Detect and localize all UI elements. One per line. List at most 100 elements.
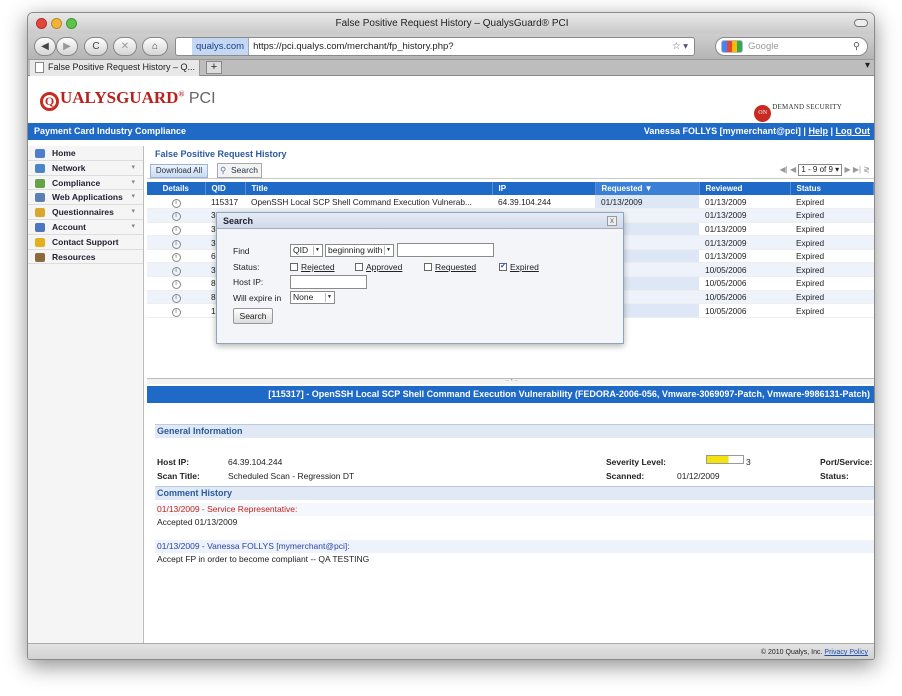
details-cell[interactable]: i (147, 276, 205, 291)
back-button[interactable]: ◀ (34, 37, 56, 56)
home-button[interactable]: ⌂ (142, 37, 168, 56)
expand-icon[interactable]: ≷ (863, 165, 870, 174)
details-cell[interactable]: i (147, 195, 205, 210)
bookmark-star-icon[interactable]: ☆ ▾ (672, 38, 688, 55)
details-cell[interactable]: i (147, 235, 205, 250)
details-cell[interactable]: i (147, 290, 205, 305)
info-icon[interactable]: i (171, 307, 181, 317)
last-page-button[interactable]: ▶| (853, 165, 861, 174)
checkbox-icon[interactable]: ✔ (499, 263, 507, 271)
chevron-down-icon[interactable]: ▾ (131, 220, 135, 234)
table-row[interactable]: i 115317 OpenSSH Local SCP Shell Command E… (147, 195, 874, 210)
sidebar-item-resources[interactable]: Resources (28, 250, 143, 265)
pane-splitter[interactable]: – • – (147, 378, 874, 384)
details-cell[interactable]: i (147, 303, 205, 318)
prev-page-button[interactable]: ◀ (790, 165, 796, 174)
chevron-down-icon[interactable]: ▾ (131, 190, 135, 204)
privacy-policy-link[interactable]: Privacy Policy (824, 649, 868, 656)
info-icon[interactable]: i (171, 253, 181, 263)
sidebar-item-account[interactable]: Account ▾ (28, 220, 143, 235)
checkbox-icon[interactable] (424, 263, 432, 271)
tab-fp-history[interactable]: False Positive Request History – Q... (30, 60, 200, 76)
comment-text: Accept FP in order to become compliant -… (157, 554, 370, 564)
reviewed-cell: 10/05/2006 (699, 276, 790, 291)
dialog-search-button[interactable]: Search (233, 308, 273, 324)
status-checkbox-approved[interactable]: Approved (355, 262, 402, 272)
details-cell[interactable]: i (147, 222, 205, 237)
reload-button[interactable]: C (84, 37, 108, 56)
col-status[interactable]: Status (790, 182, 874, 195)
host-ip-input[interactable] (290, 275, 367, 289)
search-engine-box[interactable]: Google ⚲ (715, 37, 868, 56)
status-checkbox-requested[interactable]: Requested (424, 262, 476, 272)
info-icon[interactable]: i (171, 280, 181, 290)
new-tab-button[interactable]: + (206, 61, 222, 74)
sidebar-item-label: Web Applications (52, 192, 123, 203)
maximize-window-button[interactable] (66, 18, 77, 29)
url-text[interactable]: https://pci.qualys.com/merchant/fp_histo… (253, 41, 453, 52)
window-title: False Positive Request History – QualysG… (335, 18, 569, 29)
toolbar-toggle-button[interactable] (854, 19, 868, 27)
google-icon[interactable] (721, 40, 743, 53)
page-range-select[interactable]: 1 - 9 of 9 ▾ (798, 164, 843, 176)
chevron-down-icon: ▼ (313, 246, 321, 255)
col-requested[interactable]: Requested ▼ (595, 182, 700, 195)
info-icon[interactable]: i (171, 212, 181, 222)
info-icon[interactable]: i (171, 266, 181, 276)
expire-select[interactable]: None ▼ (290, 291, 335, 304)
sidebar-item-compliance[interactable]: Compliance ▾ (28, 176, 143, 191)
sidebar-item-network[interactable]: Network ▾ (28, 161, 143, 176)
details-cell[interactable]: i (147, 249, 205, 264)
sidebar-item-questionnaires[interactable]: Questionnaires ▾ (28, 205, 143, 220)
chevron-down-icon[interactable]: ▾ (131, 161, 135, 175)
chevron-down-icon[interactable]: ▾ (131, 176, 135, 190)
find-value-input[interactable] (397, 243, 494, 257)
reviewed-cell: 01/13/2009 (699, 195, 790, 210)
logout-link[interactable]: Log Out (836, 126, 871, 136)
col-reviewed[interactable]: Reviewed (699, 182, 791, 195)
col-qid[interactable]: QID (205, 182, 246, 195)
site-identity[interactable]: qualys.com (192, 38, 250, 55)
requested-cell: 01/13/2009 (595, 195, 699, 210)
info-icon[interactable]: i (171, 198, 181, 208)
address-bar[interactable]: qualys.com https://pci.qualys.com/merchan… (175, 37, 695, 56)
sidebar-item-web-applications[interactable]: Web Applications ▾ (28, 190, 143, 206)
help-link[interactable]: Help (808, 126, 828, 136)
dialog-close-icon[interactable]: x (607, 216, 617, 226)
search-button[interactable]: ⚲ Search (217, 163, 262, 178)
sidebar-item-label: Account (52, 221, 86, 232)
status-checkbox-expired[interactable]: ✔ Expired (499, 262, 539, 272)
download-all-button[interactable]: Download All (150, 164, 208, 178)
details-cell[interactable]: i (147, 262, 205, 278)
info-icon[interactable]: i (171, 225, 181, 235)
find-field-select[interactable]: QID ▼ (290, 244, 323, 257)
checkbox-icon[interactable] (355, 263, 363, 271)
expire-label: Will expire in (233, 293, 282, 303)
status-label: Status: (233, 262, 260, 272)
find-operator-select[interactable]: beginning with ▼ (325, 244, 394, 257)
sidebar-item-contact-support[interactable]: Contact Support (28, 235, 143, 250)
sidebar-item-home[interactable]: Home (28, 146, 143, 161)
first-page-button[interactable]: ◀| (780, 165, 788, 174)
comment-text: Accepted 01/13/2009 (157, 517, 238, 527)
ip-cell: 64.39.104.244 (492, 195, 595, 210)
tab-list-icon[interactable]: ▾ (865, 60, 870, 71)
magnifier-icon[interactable]: ⚲ (853, 38, 860, 55)
info-icon[interactable]: i (171, 239, 181, 249)
stop-button[interactable]: ✕ (113, 37, 137, 56)
col-details[interactable]: Details (147, 182, 206, 195)
status-cell: Expired (790, 249, 874, 264)
forward-button[interactable]: ▶ (56, 37, 78, 56)
checkbox-icon[interactable] (290, 263, 298, 271)
col-title[interactable]: Title (245, 182, 493, 195)
next-page-button[interactable]: ▶ (844, 165, 850, 174)
info-icon[interactable]: i (171, 293, 181, 303)
details-cell[interactable]: i (147, 208, 205, 223)
chevron-down-icon[interactable]: ▾ (131, 205, 135, 219)
minimize-window-button[interactable] (51, 18, 62, 29)
sidebar-item-label: Network (52, 162, 86, 173)
status-checkbox-rejected[interactable]: Rejected (290, 262, 335, 272)
grid-toolbar: Download All ⚲ Search ◀| ◀ 1 - 9 of 9 ▾ ▶… (147, 163, 874, 179)
col-ip[interactable]: IP (492, 182, 596, 195)
close-window-button[interactable] (36, 18, 47, 29)
